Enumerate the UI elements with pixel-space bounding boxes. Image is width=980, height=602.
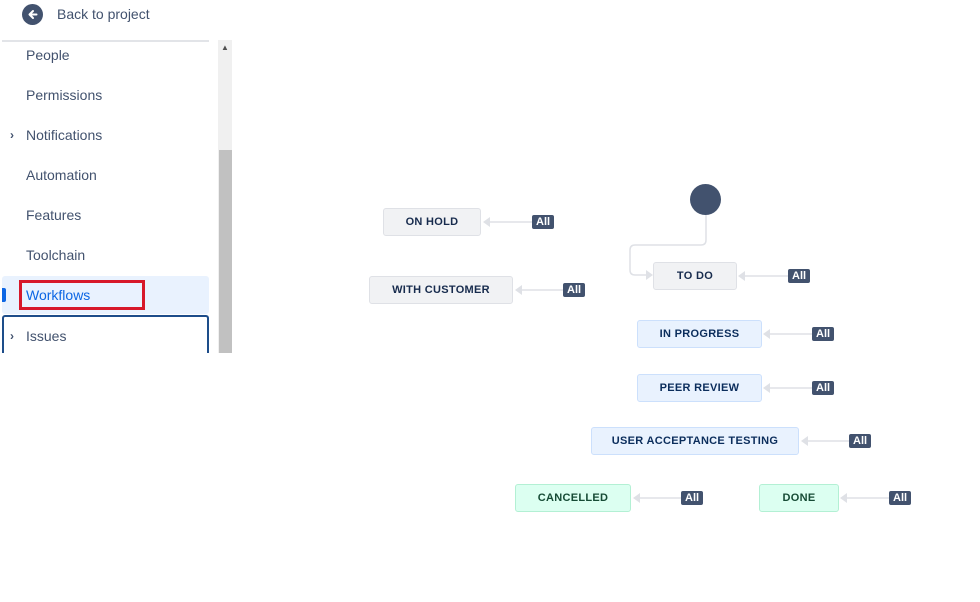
status-peer-review[interactable]: PEER REVIEW <box>637 374 762 402</box>
status-label: USER ACCEPTANCE TESTING <box>611 435 779 447</box>
all-transition-badge[interactable]: All <box>563 283 586 297</box>
all-transition-badge[interactable]: All <box>788 269 811 283</box>
all-transition-badge[interactable]: All <box>889 491 912 505</box>
status-label: PEER REVIEW <box>659 382 740 394</box>
all-transition-badge[interactable]: All <box>812 327 835 341</box>
status-user-acceptance-testing[interactable]: USER ACCEPTANCE TESTING <box>591 427 799 455</box>
status-with-customer[interactable]: WITH CUSTOMER <box>369 276 513 304</box>
arrowhead-icon <box>483 217 490 227</box>
arrowhead-icon <box>515 285 522 295</box>
arrowhead-icon <box>763 383 770 393</box>
all-transition-badge[interactable]: All <box>812 381 835 395</box>
all-transition-badge[interactable]: All <box>681 491 704 505</box>
arrowhead-icon <box>840 493 847 503</box>
status-label: IN PROGRESS <box>659 328 740 340</box>
status-label: WITH CUSTOMER <box>392 284 490 296</box>
status-done[interactable]: DONE <box>759 484 839 512</box>
status-label: ON HOLD <box>405 216 459 228</box>
arrowhead-icon <box>801 436 808 446</box>
arrowhead-icon <box>763 329 770 339</box>
status-label: TO DO <box>676 270 714 282</box>
workflow-start-node[interactable] <box>690 184 721 215</box>
status-on-hold[interactable]: ON HOLD <box>383 208 481 236</box>
status-label: CANCELLED <box>537 492 609 504</box>
status-label: DONE <box>782 492 816 504</box>
status-to-do[interactable]: TO DO <box>653 262 737 290</box>
status-in-progress[interactable]: IN PROGRESS <box>637 320 762 348</box>
status-cancelled[interactable]: CANCELLED <box>515 484 631 512</box>
arrowhead-icon <box>646 270 653 280</box>
arrowhead-icon <box>738 271 745 281</box>
all-transition-badge[interactable]: All <box>849 434 872 448</box>
all-transition-badge[interactable]: All <box>532 215 555 229</box>
arrowhead-icon <box>633 493 640 503</box>
